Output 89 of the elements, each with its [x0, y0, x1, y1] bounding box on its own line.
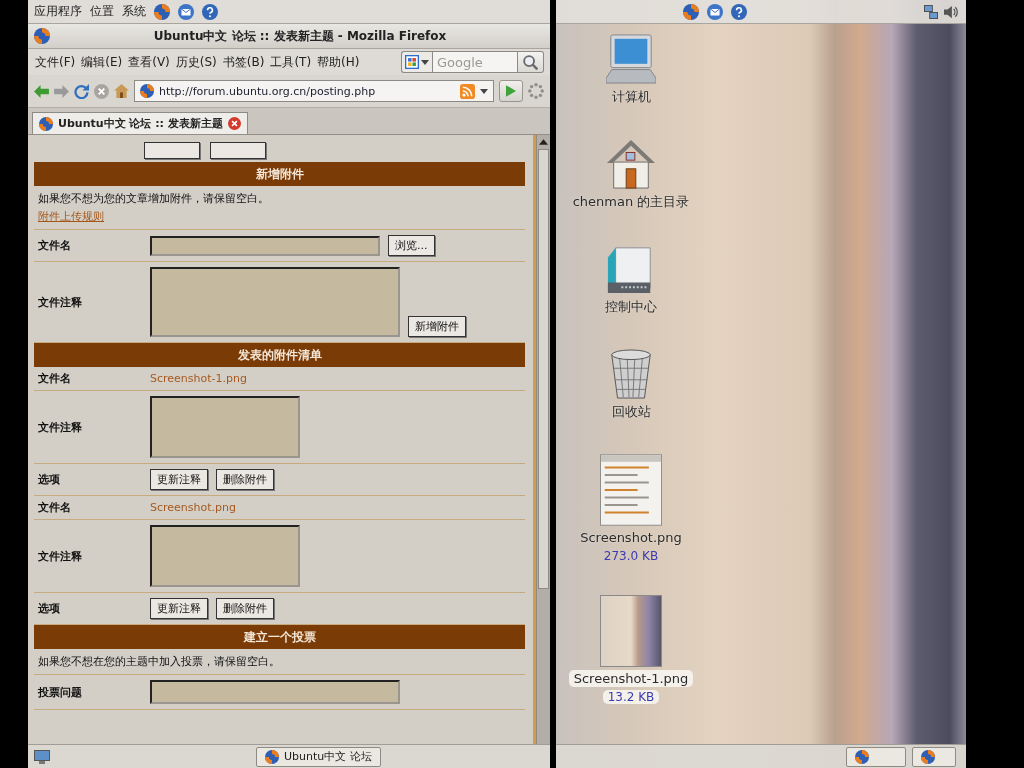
- reload-icon[interactable]: [74, 83, 89, 99]
- globe-icon[interactable]: [683, 3, 699, 20]
- menu-item[interactable]: 书签(B): [221, 52, 266, 72]
- help-icon[interactable]: [731, 3, 747, 20]
- note-text: 如果您不想在您的主题中加入投票，请保留空白。: [38, 654, 280, 669]
- field-label: 选项: [37, 472, 61, 488]
- file-name: Screenshot-1.png: [150, 372, 247, 385]
- search-engine-icon: [405, 55, 419, 69]
- field-label: 文件注释: [37, 419, 83, 436]
- field-label: 选项: [37, 601, 61, 617]
- browse-button[interactable]: 浏览...: [388, 235, 435, 256]
- menu-item[interactable]: 查看(V): [127, 52, 171, 72]
- window-title: Ubuntu中文 论坛 :: 发表新主题 - Mozilla Firefox: [152, 27, 448, 45]
- help-icon[interactable]: [202, 3, 218, 20]
- file-size: 273.0 KB: [602, 549, 660, 563]
- caret-icon[interactable]: [480, 88, 488, 94]
- feed-icon[interactable]: [460, 83, 475, 99]
- rules-link[interactable]: 附件上传规则: [38, 209, 104, 224]
- play-arrow-icon: [506, 85, 516, 97]
- icon-label[interactable]: Screenshot-1.png: [568, 670, 694, 687]
- mail-icon[interactable]: [707, 3, 723, 20]
- file-size: 13.2 KB: [602, 690, 660, 704]
- mail-icon[interactable]: [178, 3, 194, 20]
- field-label: 投票问题: [37, 684, 83, 701]
- caret-icon: [421, 59, 429, 65]
- menu-item[interactable]: 编辑(E): [80, 52, 124, 72]
- screenshot-thumbnail[interactable]: [600, 454, 662, 526]
- section-header: 新增附件: [34, 162, 525, 186]
- scrollbar[interactable]: [536, 135, 550, 744]
- search-engine-button[interactable]: [401, 51, 432, 73]
- panel-menu[interactable]: 系统: [122, 3, 146, 20]
- form-button[interactable]: [144, 142, 200, 159]
- add-attachment-button[interactable]: 新增附件: [408, 316, 466, 337]
- search-field[interactable]: Google: [432, 51, 518, 73]
- panel-menu[interactable]: 应用程序: [34, 3, 82, 20]
- form-button[interactable]: 更新注释: [150, 469, 208, 490]
- comment-textarea[interactable]: [150, 525, 300, 587]
- menu-item[interactable]: 历史(S): [174, 52, 218, 72]
- form-button[interactable]: 删除附件: [216, 469, 274, 490]
- scrollbar-thumb[interactable]: [538, 149, 549, 589]
- section-header: 建立一个投票: [34, 625, 525, 649]
- menu-item[interactable]: 文件(F): [34, 52, 77, 72]
- network-icon: [924, 4, 938, 19]
- note-text: 如果您不想为您的文章增加附件，请保留空白。: [38, 191, 269, 206]
- comment-textarea[interactable]: [150, 267, 400, 337]
- desktop-icon[interactable]: [34, 749, 50, 764]
- home-icon[interactable]: [114, 84, 129, 98]
- field-label: 文件名: [37, 238, 72, 254]
- icon-label[interactable]: 计算机: [606, 87, 656, 107]
- poll-question-field[interactable]: [150, 680, 400, 704]
- panel-menu[interactable]: 位置: [90, 3, 114, 20]
- field-label: 文件注释: [37, 294, 83, 311]
- taskbar-button[interactable]: Ubuntu中文 论坛: [256, 746, 381, 767]
- spinner-icon: [528, 83, 544, 99]
- globe-icon: [921, 749, 935, 764]
- globe-icon: [140, 84, 154, 98]
- file-input-field[interactable]: [150, 236, 380, 256]
- taskbar-button[interactable]: [846, 746, 906, 767]
- house-icon[interactable]: [606, 139, 656, 189]
- icon-label[interactable]: chenman 的主目录: [567, 192, 695, 212]
- close-icon[interactable]: [227, 117, 241, 130]
- address-field[interactable]: http://forum.ubuntu.org.cn/posting.php: [134, 80, 494, 102]
- go-button[interactable]: [499, 80, 523, 102]
- field-label: 文件名: [37, 500, 72, 516]
- icon-label[interactable]: 回收站: [606, 402, 656, 422]
- icon-label[interactable]: Screenshot.png: [575, 529, 687, 546]
- browser-tab[interactable]: Ubuntu中文 论坛 :: 发表新主题: [32, 112, 248, 134]
- section-header: 发表的附件清单: [34, 343, 525, 367]
- icon-label[interactable]: 控制中心: [600, 297, 662, 317]
- speaker-icon: [944, 4, 958, 19]
- comment-textarea[interactable]: [150, 396, 300, 458]
- menu-item[interactable]: 帮助(H): [316, 52, 361, 72]
- form-button[interactable]: [210, 142, 266, 159]
- menu-item[interactable]: 工具(T): [269, 52, 313, 72]
- globe-icon: [265, 749, 279, 764]
- taskbar-button[interactable]: [912, 746, 956, 767]
- form-button[interactable]: 删除附件: [216, 598, 274, 619]
- file-name: Screenshot.png: [150, 501, 236, 514]
- globe-icon: [34, 28, 50, 44]
- search-button[interactable]: [518, 51, 544, 73]
- field-label: 文件名: [37, 371, 72, 387]
- globe-icon[interactable]: [154, 3, 170, 20]
- search-icon: [523, 54, 538, 70]
- field-label: 文件注释: [37, 548, 83, 565]
- form-button[interactable]: 更新注释: [150, 598, 208, 619]
- photo-thumbnail[interactable]: [600, 595, 662, 667]
- arrow-up-icon[interactable]: [539, 139, 548, 145]
- globe-icon: [39, 116, 53, 131]
- globe-icon: [855, 749, 869, 764]
